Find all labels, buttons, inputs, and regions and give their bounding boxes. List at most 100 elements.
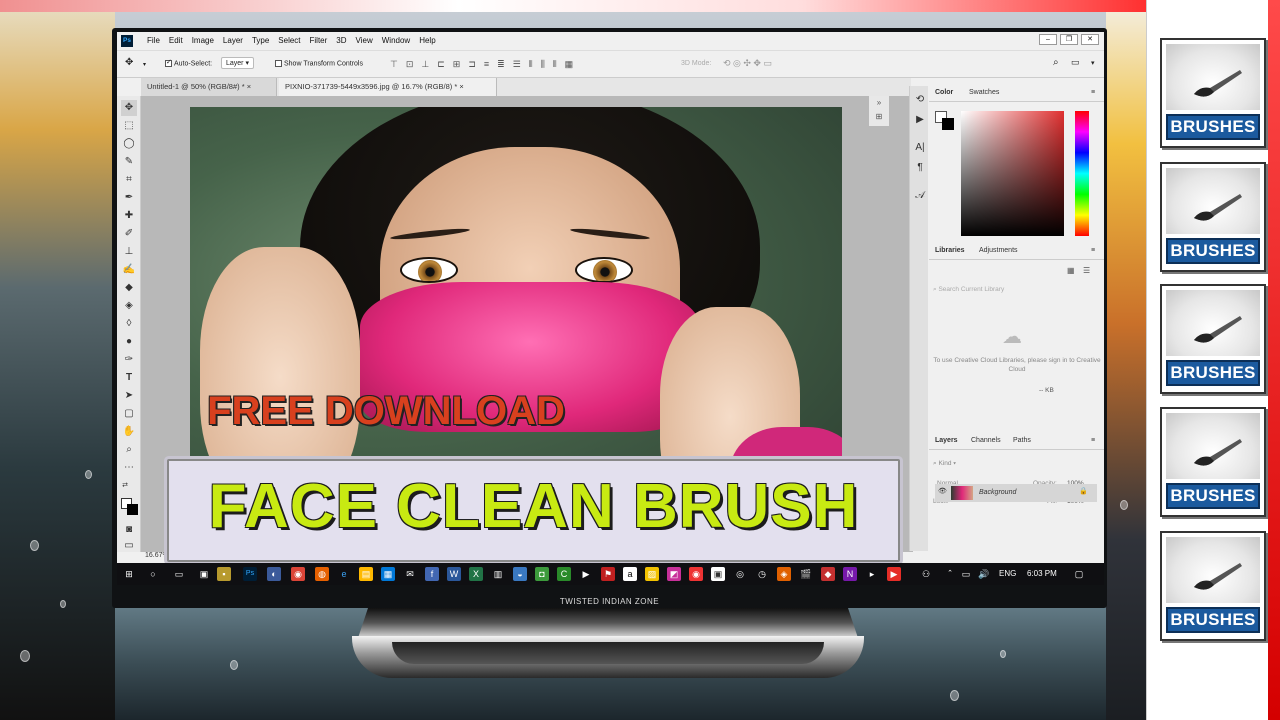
pdf-icon[interactable]: ⚑ (601, 567, 615, 581)
app-icon[interactable]: ◒ (513, 567, 527, 581)
search-icon[interactable]: ⌕ (1053, 57, 1059, 68)
menu-window[interactable]: Window (382, 36, 410, 45)
word-icon[interactable]: W (447, 567, 461, 581)
camtasia-icon[interactable]: C (557, 567, 571, 581)
distribute-top-icon[interactable]: ≡ (484, 59, 489, 70)
color-field[interactable] (961, 111, 1064, 236)
notes-icon[interactable]: ▨ (645, 567, 659, 581)
edge-icon[interactable]: e (337, 567, 351, 581)
more-tools-icon[interactable]: ⋯ (121, 460, 137, 476)
brush-card[interactable]: BRUSHES (1160, 407, 1266, 517)
folder-icon[interactable]: ▪ (217, 567, 231, 581)
excel-icon[interactable]: X (469, 567, 483, 581)
clapper-icon[interactable]: 🎬 (799, 567, 813, 581)
grid-view-icon[interactable]: ▦ (1067, 266, 1075, 275)
tab-adjustments[interactable]: Adjustments (979, 247, 1018, 254)
eyedropper-icon[interactable]: ✒ (121, 190, 137, 206)
clone-stamp-icon[interactable]: ⊥ (121, 244, 137, 260)
auto-select-dropdown[interactable]: Layer ▾ (221, 57, 254, 69)
workspace-icon[interactable]: ▭ (1071, 57, 1080, 68)
move-tool-icon[interactable]: ✥ (121, 100, 137, 116)
restore-icon[interactable]: ❐ (1060, 34, 1078, 45)
tab-untitled[interactable]: Untitled-1 @ 50% (RGB/8#) * × (141, 78, 277, 96)
cortana-icon[interactable]: ○ (146, 567, 160, 581)
panel-menu-icon[interactable]: ≡ (1091, 247, 1095, 254)
menu-3d[interactable]: 3D (336, 36, 346, 45)
close-icon[interactable]: × (247, 82, 251, 91)
align-right-icon[interactable]: ⊐ (468, 59, 476, 70)
layer-row-background[interactable]: 👁 Background 🔒 (935, 484, 1097, 502)
type-tool-icon[interactable]: T (121, 370, 137, 386)
align-hcenter-icon[interactable]: ⊞ (453, 59, 461, 70)
distribute-vcenter-icon[interactable]: ≣ (497, 59, 505, 70)
hand-tool-icon[interactable]: ✋ (121, 424, 137, 440)
blur-tool-icon[interactable]: ◊ (121, 316, 137, 332)
onenote-icon[interactable]: N (843, 567, 857, 581)
tab-channels[interactable]: Channels (971, 437, 1001, 444)
menu-file[interactable]: File (147, 36, 160, 45)
zoom-tool-icon[interactable]: ⌕ (121, 442, 137, 458)
menu-type[interactable]: Type (252, 36, 269, 45)
hue-slider[interactable] (1075, 111, 1089, 236)
network-icon[interactable]: ▭ (959, 567, 973, 581)
app-icon[interactable]: ◎ (733, 567, 747, 581)
media-icon[interactable]: ▶ (579, 567, 593, 581)
photoshop-taskbar-icon[interactable]: Ps (243, 567, 257, 581)
firefox-icon[interactable]: ◍ (315, 567, 329, 581)
3d-tools-icons[interactable]: ⟲ ◎ ✣ ✥ ▭ (723, 58, 772, 69)
app-icon[interactable]: ◘ (535, 567, 549, 581)
youtube-icon[interactable]: ▶ (887, 567, 901, 581)
path-select-icon[interactable]: ➤ (121, 388, 137, 404)
distribute-bottom-icon[interactable]: ☰ (513, 59, 521, 70)
app-icon[interactable]: ◉ (689, 567, 703, 581)
tab-paths[interactable]: Paths (1013, 437, 1031, 444)
distribute-left-icon[interactable]: ⦀ (529, 59, 533, 70)
marquee-tool-icon[interactable]: ⬚ (121, 118, 137, 134)
action-center-icon[interactable]: ▢ (1072, 567, 1086, 581)
align-top-icon[interactable]: ⊤ (390, 59, 398, 70)
app-icon[interactable]: ◐ (267, 567, 281, 581)
screen-mode-icon[interactable]: ▭ (121, 538, 137, 554)
clock-icon[interactable]: ◷ (755, 567, 769, 581)
menu-select[interactable]: Select (278, 36, 300, 45)
brush-card[interactable]: BRUSHES (1160, 162, 1266, 272)
menu-view[interactable]: View (356, 36, 373, 45)
menu-filter[interactable]: Filter (310, 36, 328, 45)
character-icon[interactable]: A| (913, 142, 927, 156)
lasso-tool-icon[interactable]: ◯ (121, 136, 137, 152)
history-icon[interactable]: ⟲ (913, 94, 927, 108)
paragraph-icon[interactable]: ¶ (913, 162, 927, 176)
people-icon[interactable]: ⚇ (919, 567, 933, 581)
quick-select-icon[interactable]: ✎ (121, 154, 137, 170)
zoom-level[interactable]: 16.67% (145, 552, 169, 559)
auto-align-icon[interactable]: ▦ (565, 59, 574, 70)
menu-image[interactable]: Image (192, 36, 214, 45)
language-indicator[interactable]: ENG (999, 569, 1016, 578)
menu-edit[interactable]: Edit (169, 36, 183, 45)
workspace-dropdown-icon[interactable]: ▾ (1091, 59, 1095, 67)
chevron-up-icon[interactable]: ⌃ (943, 567, 957, 581)
close-icon[interactable]: ✕ (1081, 34, 1099, 45)
list-view-icon[interactable]: ☰ (1083, 266, 1090, 275)
calculator-icon[interactable]: ▥ (491, 567, 505, 581)
menu-layer[interactable]: Layer (223, 36, 243, 45)
tab-pixnio[interactable]: PIXNIO-371739-5449x3596.jpg @ 16.7% (RGB… (279, 78, 497, 96)
store-icon[interactable]: ▦ (381, 567, 395, 581)
swap-colors-icon[interactable]: ⇄ (121, 482, 129, 490)
minimize-icon[interactable]: – (1039, 34, 1057, 45)
task-view-icon[interactable]: ▭ (172, 567, 186, 581)
align-left-icon[interactable]: ⊏ (437, 59, 445, 70)
move-tool-icon[interactable]: ✥ (125, 57, 133, 68)
brush-card[interactable]: BRUSHES (1160, 531, 1266, 641)
library-search-input[interactable]: ⌕ Search Current Library (933, 286, 1097, 294)
dodge-tool-icon[interactable]: ● (121, 334, 137, 350)
mail-icon[interactable]: ✉ (403, 567, 417, 581)
camera-icon[interactable]: ▣ (197, 567, 211, 581)
auto-select-checkbox[interactable]: Auto-Select: (165, 58, 212, 67)
explorer-icon[interactable]: ▤ (359, 567, 373, 581)
app-icon[interactable]: ◈ (777, 567, 791, 581)
eraser-tool-icon[interactable]: ◆ (121, 280, 137, 296)
amazon-icon[interactable]: a (623, 567, 637, 581)
background-color-swatch[interactable] (127, 504, 138, 515)
paint-bucket-icon[interactable]: ◈ (121, 298, 137, 314)
